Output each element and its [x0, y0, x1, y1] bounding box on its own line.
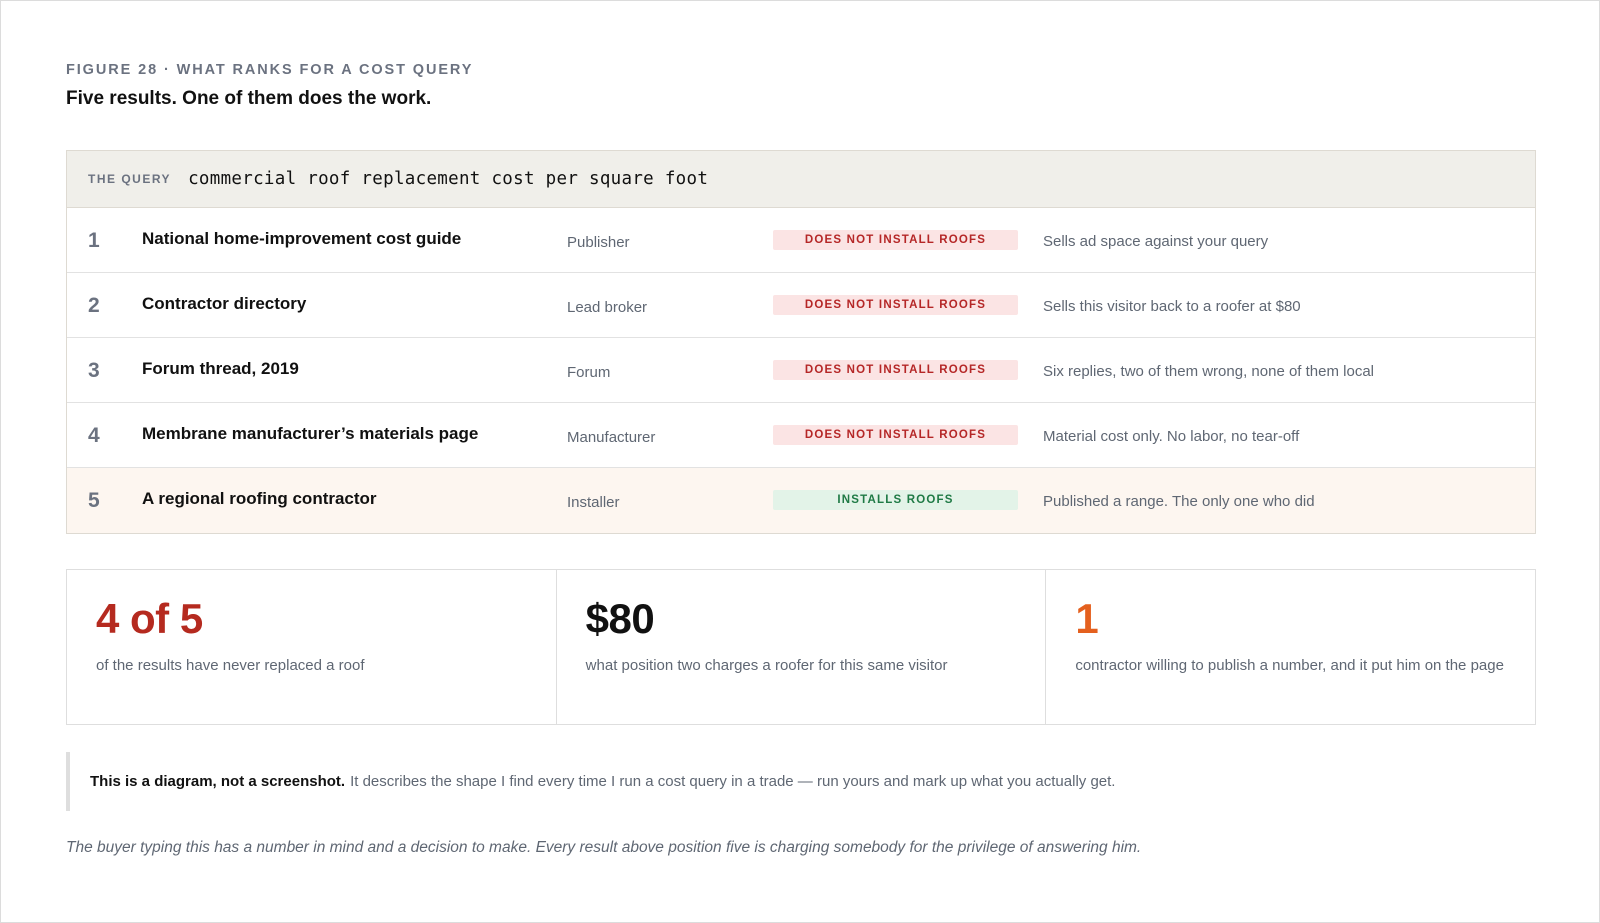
query-label: THE QUERY: [88, 172, 172, 186]
result-rank: 2: [88, 294, 100, 317]
callout-lead: This is a diagram, not a screenshot.: [90, 773, 346, 790]
not-installer-badge: DOES NOT INSTALL ROOFS: [773, 230, 1018, 250]
result-rank: 3: [88, 359, 100, 382]
stat-card: $80 what position two charges a roofer fo…: [557, 570, 1047, 724]
results-table: THE QUERY commercial roof replacement co…: [66, 150, 1536, 534]
not-installer-badge: DOES NOT INSTALL ROOFS: [773, 295, 1018, 315]
installs-badge: INSTALLS ROOFS: [773, 490, 1018, 510]
figure-frame: FIGURE 28 · WHAT RANKS FOR A COST QUERY …: [0, 0, 1600, 923]
stat-card: 4 of 5 of the results have never replaced…: [67, 570, 557, 724]
result-type: Publisher: [567, 234, 630, 251]
stat-value: $80: [585, 595, 655, 642]
result-type: Installer: [567, 494, 620, 511]
figure-content: FIGURE 28 · WHAT RANKS FOR A COST QUERY …: [66, 61, 1536, 857]
stat-description: contractor willing to publish a number, …: [1075, 657, 1504, 674]
figure-eyebrow: FIGURE 28 · WHAT RANKS FOR A COST QUERY: [66, 62, 474, 78]
result-note: Material cost only. No labor, no tear-of…: [1043, 428, 1300, 445]
stat-description: of the results have never replaced a roo…: [96, 657, 365, 674]
table-row: 2 Contractor directory Lead broker DOES NOT…: [67, 273, 1535, 338]
result-site: A regional roofing contractor: [142, 489, 377, 508]
stat-description: what position two charges a roofer for t…: [585, 657, 948, 674]
table-row: 1 National home-improvement cost guide Pub…: [67, 208, 1535, 273]
result-note: Sells this visitor back to a roofer at $…: [1043, 298, 1301, 315]
result-type: Manufacturer: [567, 429, 656, 446]
footnote: The buyer typing this has a number in mi…: [66, 839, 1142, 856]
not-installer-badge: DOES NOT INSTALL ROOFS: [773, 360, 1018, 380]
table-row: 3 Forum thread, 2019 Forum DOES NOT INSTALL…: [67, 338, 1535, 403]
callout-body: It describes the shape I find every time…: [350, 773, 1116, 790]
results-rows: 1 National home-improvement cost guide Pub…: [67, 208, 1535, 533]
figure-headline: Five results. One of them does the work.: [66, 88, 432, 109]
result-note: Six replies, two of them wrong, none of …: [1043, 363, 1374, 380]
stat-card: 1 contractor willing to publish a number,…: [1046, 570, 1535, 724]
result-rank: 4: [88, 424, 100, 447]
table-row: 5 A regional roofing contractor Installer I…: [67, 468, 1535, 533]
stat-value: 4 of 5: [96, 595, 203, 642]
not-installer-badge: DOES NOT INSTALL ROOFS: [773, 425, 1018, 445]
result-site: Contractor directory: [142, 294, 307, 313]
result-rank: 1: [88, 229, 100, 252]
query-text: commercial roof replacement cost per squ…: [188, 169, 709, 189]
result-note: Published a range. The only one who did: [1043, 493, 1315, 510]
stat-value: 1: [1075, 595, 1099, 642]
stats-panel: 4 of 5 of the results have never replaced…: [66, 569, 1536, 725]
table-row: 4 Membrane manufacturer’s materials page M…: [67, 403, 1535, 468]
callout: This is a diagram, not a screenshot. It d…: [66, 752, 1536, 811]
query-bar: THE QUERY commercial roof replacement co…: [67, 151, 1535, 208]
result-note: Sells ad space against your query: [1043, 233, 1269, 250]
result-rank: 5: [88, 489, 100, 512]
result-type: Forum: [567, 364, 611, 381]
result-site: Membrane manufacturer’s materials page: [142, 424, 479, 443]
result-site: Forum thread, 2019: [142, 359, 299, 378]
result-type: Lead broker: [567, 299, 648, 316]
result-site: National home-improvement cost guide: [142, 229, 462, 248]
